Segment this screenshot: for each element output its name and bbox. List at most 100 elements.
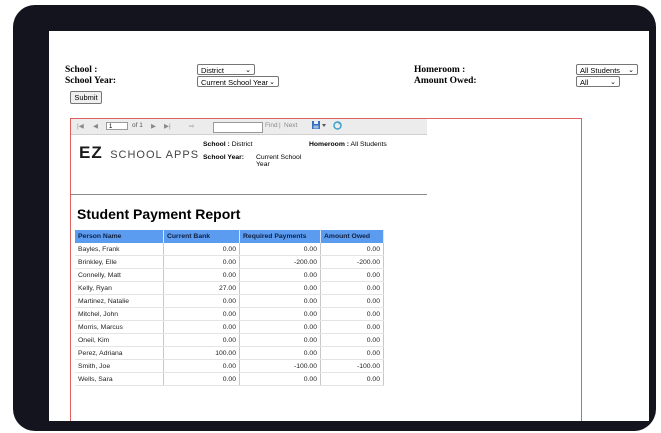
report-school-value: District [231, 141, 253, 148]
cell-required-payments: 0.00 [239, 372, 321, 386]
logo-ez: EZ [79, 143, 103, 162]
cell-required-payments: -200.00 [239, 255, 321, 269]
cell-current-bank: 0.00 [163, 243, 240, 256]
cell-amount-owed: 0.00 [320, 268, 384, 282]
cell-person-name: Morris, Marcus [75, 320, 164, 334]
cell-person-name: Perez, Adriana [75, 346, 164, 360]
cell-amount-owed: 0.00 [320, 346, 384, 360]
cell-required-payments: 0.00 [239, 333, 321, 347]
cell-required-payments: 0.00 [239, 320, 321, 334]
col-current-bank: Current Bank [163, 230, 240, 243]
screen: School : District ⌄ School Year: Current… [49, 31, 649, 421]
cell-amount-owed: -100.00 [320, 359, 384, 373]
export-icon[interactable] [311, 120, 327, 133]
cell-required-payments: 0.00 [239, 243, 321, 256]
report-homeroom: Homeroom : All Students [309, 141, 387, 148]
ez-school-apps-logo: EZ SCHOOL APPS [79, 143, 199, 163]
school-year-label: School Year: [65, 76, 117, 86]
table-row: Smith, Joe 0.00 -100.00 -100.00 [75, 359, 384, 373]
cell-amount-owed: 0.00 [320, 372, 384, 386]
homeroom-label: Homeroom : [414, 65, 466, 75]
table-row: Martinez, Natalie 0.00 0.00 0.00 [75, 294, 384, 308]
chevron-down-icon: ⌄ [245, 67, 251, 74]
find-next-link[interactable]: Next [284, 122, 297, 129]
cell-current-bank: 27.00 [163, 281, 240, 295]
report-school: School : District [203, 141, 252, 148]
table-row: Mitchel, John 0.00 0.00 0.00 [75, 307, 384, 321]
cell-current-bank: 0.00 [163, 255, 240, 269]
amount-owed-label: Amount Owed: [414, 76, 477, 86]
cell-current-bank: 0.00 [163, 320, 240, 334]
cell-amount-owed: 0.00 [320, 243, 384, 256]
table-row: Kelly, Ryan 27.00 0.00 0.00 [75, 281, 384, 295]
cell-person-name: Martinez, Natalie [75, 294, 164, 308]
cell-current-bank: 0.00 [163, 333, 240, 347]
page-number-input[interactable]: 1 [106, 122, 128, 130]
school-year-select-value: Current School Year [201, 78, 269, 87]
report-viewer: |◀ ◀ 1 of 1 ▶ ▶| ⇨ Find | Next EZ SCHOOL… [70, 118, 582, 421]
divider [71, 194, 427, 195]
cell-current-bank: 0.00 [163, 268, 240, 282]
school-select-value: District [201, 66, 224, 75]
page-count: of 1 [132, 122, 143, 129]
cell-person-name: Connelly, Matt [75, 268, 164, 282]
table-row: Wells, Sara 0.00 0.00 0.00 [75, 372, 384, 386]
table-row: Oneil, Kim 0.00 0.00 0.00 [75, 333, 384, 347]
cell-current-bank: 0.00 [163, 307, 240, 321]
next-page-icon[interactable]: ▶ [151, 122, 156, 130]
school-year-select[interactable]: Current School Year ⌄ [197, 76, 279, 87]
cell-person-name: Kelly, Ryan [75, 281, 164, 295]
refresh-icon[interactable] [333, 121, 342, 132]
report-homeroom-value: All Students [350, 141, 387, 148]
cell-required-payments: 0.00 [239, 294, 321, 308]
cell-current-bank: 100.00 [163, 346, 240, 360]
cell-current-bank: 0.00 [163, 294, 240, 308]
chevron-down-icon: ⌄ [610, 79, 616, 86]
find-link[interactable]: Find [265, 122, 278, 129]
table-row: Connelly, Matt 0.00 0.00 0.00 [75, 268, 384, 282]
table-row: Brinkley, Elle 0.00 -200.00 -200.00 [75, 255, 384, 269]
find-input[interactable] [213, 122, 263, 133]
cell-person-name: Oneil, Kim [75, 333, 164, 347]
homeroom-select-value: All Students [580, 66, 621, 75]
report-school-year-value: Current School Year [256, 154, 302, 168]
cell-amount-owed: 0.00 [320, 307, 384, 321]
cell-person-name: Bayles, Frank [75, 243, 164, 256]
cell-required-payments: 0.00 [239, 268, 321, 282]
cell-current-bank: 0.00 [163, 372, 240, 386]
cell-required-payments: -100.00 [239, 359, 321, 373]
device-frame: School : District ⌄ School Year: Current… [13, 5, 656, 431]
amount-owed-select[interactable]: All ⌄ [576, 76, 620, 87]
cell-person-name: Brinkley, Elle [75, 255, 164, 269]
cell-required-payments: 0.00 [239, 346, 321, 360]
table-row: Morris, Marcus 0.00 0.00 0.00 [75, 320, 384, 334]
table-row: Perez, Adriana 100.00 0.00 0.00 [75, 346, 384, 360]
prev-page-icon[interactable]: ◀ [93, 122, 98, 130]
report-school-year-label: School Year: [203, 154, 245, 161]
cell-required-payments: 0.00 [239, 281, 321, 295]
school-select[interactable]: District ⌄ [197, 64, 255, 75]
cell-amount-owed: 0.00 [320, 294, 384, 308]
cell-amount-owed: 0.00 [320, 320, 384, 334]
chevron-down-icon: ⌄ [269, 79, 275, 86]
report-school-label: School : [203, 141, 230, 148]
first-page-icon[interactable]: |◀ [77, 122, 84, 130]
cell-required-payments: 0.00 [239, 307, 321, 321]
col-amount-owed: Amount Owed [320, 230, 384, 243]
cell-amount-owed: 0.00 [320, 281, 384, 295]
find-separator: | [279, 122, 281, 129]
cell-person-name: Wells, Sara [75, 372, 164, 386]
report-toolbar: |◀ ◀ 1 of 1 ▶ ▶| ⇨ Find | Next [71, 119, 427, 135]
logo-school-apps: SCHOOL APPS [110, 149, 200, 161]
homeroom-select[interactable]: All Students ⌄ [576, 64, 638, 75]
chevron-down-icon: ⌄ [628, 67, 634, 74]
last-page-icon[interactable]: ▶| [164, 122, 171, 130]
cell-person-name: Mitchel, John [75, 307, 164, 321]
school-label: School : [65, 65, 98, 75]
cell-amount-owed: -200.00 [320, 255, 384, 269]
payment-table: Person Name Current Bank Required Paymen… [75, 230, 384, 386]
cell-current-bank: 0.00 [163, 359, 240, 373]
col-person-name: Person Name [75, 230, 164, 243]
submit-button[interactable]: Submit [70, 91, 102, 104]
back-icon[interactable]: ⇨ [189, 122, 194, 130]
